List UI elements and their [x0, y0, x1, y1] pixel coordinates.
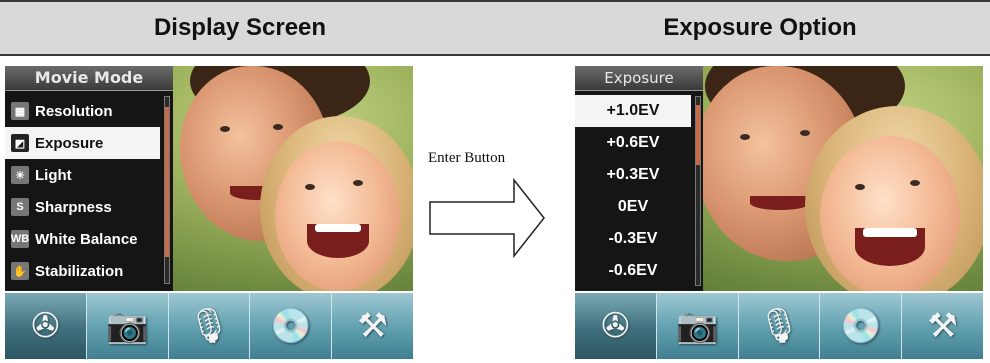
- exposure-option[interactable]: -0.3EV: [575, 223, 691, 255]
- exposure-option[interactable]: +1.0EV: [575, 95, 691, 127]
- tools-icon: ⚒: [927, 306, 958, 346]
- menu-item-stabilization[interactable]: ✋ Stabilization: [5, 255, 160, 287]
- menu-item-label: Exposure: [35, 134, 104, 152]
- exposure-icon: ◩: [11, 134, 29, 152]
- header-band: Display Screen Exposure Option: [0, 0, 990, 56]
- tab-tools[interactable]: ⚒: [902, 293, 983, 359]
- tab-microphone[interactable]: 🎙: [738, 293, 821, 359]
- girl-eye: [855, 184, 865, 190]
- movie-reel-icon: ✇: [31, 306, 60, 346]
- tools-icon: ⚒: [357, 306, 388, 346]
- exposure-option-heading: Exposure Option: [663, 14, 857, 41]
- playback-disc-icon: 💿: [269, 306, 312, 346]
- camera-icon: 📷: [106, 306, 149, 346]
- menu-title: Movie Mode: [5, 66, 173, 91]
- tab-movie-reel[interactable]: ✇: [575, 293, 657, 359]
- girl-teeth: [315, 224, 361, 232]
- menu-scrollbar[interactable]: [164, 96, 170, 284]
- display-screen-panel: Movie Mode ▦ Resolution ◩ Exposure ☀ Light S Sh…: [5, 66, 413, 359]
- menu-item-label: Sharpness: [35, 198, 112, 216]
- menu-title: Exposure: [575, 66, 703, 91]
- menu-item-exposure[interactable]: ◩ Exposure: [5, 127, 160, 159]
- mode-tab-bar: ✇ 📷 🎙 💿 ⚒: [575, 293, 983, 359]
- tab-camera[interactable]: 📷: [86, 293, 169, 359]
- dad-eye: [800, 130, 810, 136]
- microphone-icon: 🎙: [757, 306, 801, 346]
- dad-eye: [220, 126, 230, 132]
- exposure-option[interactable]: +0.6EV: [575, 127, 691, 159]
- movie-mode-menu: Movie Mode ▦ Resolution ◩ Exposure ☀ Light S Sh…: [5, 66, 173, 291]
- exposure-option[interactable]: +0.3EV: [575, 159, 691, 191]
- tab-playback-disc[interactable]: 💿: [820, 293, 903, 359]
- playback-disc-icon: 💿: [839, 306, 882, 346]
- menu-item-light[interactable]: ☀ Light: [5, 159, 160, 191]
- microphone-icon: 🎙: [187, 306, 231, 346]
- dad-eye: [740, 134, 750, 140]
- exposure-scrollbar[interactable]: [695, 96, 701, 286]
- girl-face: [820, 136, 960, 291]
- menu-item-label: Stabilization: [35, 262, 124, 280]
- girl-face: [275, 141, 400, 291]
- sharpness-icon: S: [11, 198, 29, 216]
- exposure-option[interactable]: -0.6EV: [575, 255, 691, 287]
- girl-eye: [305, 184, 315, 190]
- right-arrow-icon: [429, 178, 545, 258]
- dad-mouth: [750, 196, 810, 210]
- menu-item-white-balance[interactable]: WB White Balance: [5, 223, 160, 255]
- display-screen-heading: Display Screen: [153, 14, 327, 41]
- girl-teeth: [863, 228, 917, 237]
- resolution-icon: ▦: [11, 102, 29, 120]
- girl-eye: [910, 180, 920, 186]
- movie-reel-icon: ✇: [601, 306, 630, 346]
- exposure-menu: Exposure +1.0EV +0.6EV +0.3EV 0EV -0.3EV -0.6…: [575, 66, 703, 291]
- light-icon: ☀: [11, 166, 29, 184]
- menu-scrollbar-thumb[interactable]: [165, 107, 169, 257]
- enter-button-label: Enter Button: [428, 150, 506, 166]
- menu-item-resolution[interactable]: ▦ Resolution: [5, 95, 160, 127]
- white-balance-icon: WB: [11, 230, 29, 248]
- stabilization-icon: ✋: [11, 262, 29, 280]
- menu-item-sharpness[interactable]: S Sharpness: [5, 191, 160, 223]
- tab-movie-reel[interactable]: ✇: [5, 293, 87, 359]
- tab-camera[interactable]: 📷: [656, 293, 739, 359]
- exposure-option-panel: Exposure +1.0EV +0.6EV +0.3EV 0EV -0.3EV -0.6…: [575, 66, 983, 359]
- mode-tab-bar: ✇ 📷 🎙 💿 ⚒: [5, 293, 413, 359]
- exposure-option[interactable]: 0EV: [575, 191, 691, 223]
- girl-eye: [353, 180, 363, 186]
- menu-item-label: White Balance: [35, 230, 138, 248]
- camera-icon: 📷: [676, 306, 719, 346]
- menu-item-label: Resolution: [35, 102, 113, 120]
- tab-microphone[interactable]: 🎙: [168, 293, 251, 359]
- tab-playback-disc[interactable]: 💿: [250, 293, 333, 359]
- dad-eye: [273, 124, 283, 130]
- menu-item-label: Light: [35, 166, 72, 184]
- tab-tools[interactable]: ⚒: [332, 293, 413, 359]
- exposure-scrollbar-thumb[interactable]: [696, 105, 700, 165]
